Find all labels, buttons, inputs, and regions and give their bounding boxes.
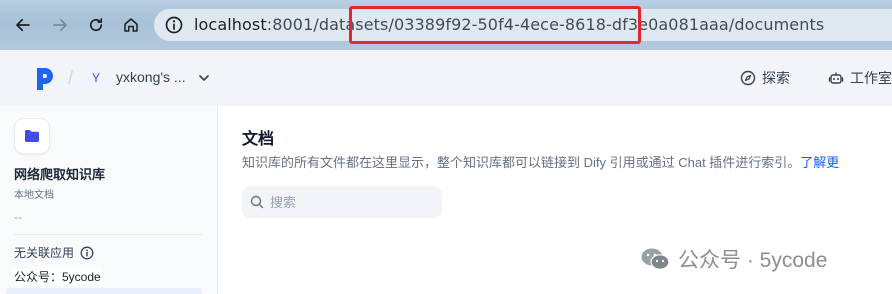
home-button[interactable]: [118, 12, 144, 38]
forward-button[interactable]: [47, 12, 73, 38]
watermark-right-text: 公众号 · 5ycode: [678, 249, 828, 272]
url-text[interactable]: localhost:8001/datasets/03389f92-50f4-4e…: [194, 15, 824, 34]
watermark-wechat: 公众号 · 5ycode: [640, 244, 827, 274]
url-path: :8001/datasets/03389f92-50f4-4ece-8618-d…: [266, 15, 825, 34]
site-info-icon[interactable]: [164, 15, 184, 35]
learn-more-link[interactable]: 了解更: [800, 155, 839, 170]
dataset-description: --: [14, 210, 22, 224]
sidebar-item-documents[interactable]: [6, 288, 202, 294]
home-icon: [124, 18, 138, 32]
search-box[interactable]: [242, 186, 442, 218]
search-icon: [250, 195, 264, 209]
dataset-type: 本地文档: [14, 190, 54, 201]
page-description: 知识库的所有文件都在这里显示，整个知识库都可以链接到 Dify 引用或通过 Ch…: [242, 152, 839, 171]
dataset-icon: [14, 118, 50, 154]
nav-explore-label: 探索: [762, 70, 790, 86]
compass-icon: [740, 70, 756, 86]
workspace-name[interactable]: yxkong's ...: [116, 69, 186, 85]
sidebar-divider: [14, 234, 202, 235]
related-apps: 无关联应用: [14, 244, 94, 261]
workspace-avatar[interactable]: Y: [84, 66, 108, 90]
search-input[interactable]: [270, 194, 430, 210]
robot-icon: [828, 72, 844, 84]
reload-icon: [89, 18, 103, 32]
nav-studio-label: 工作室: [850, 70, 892, 86]
dataset-name: 网络爬取知识库: [14, 167, 106, 182]
breadcrumb-separator: /: [68, 68, 74, 88]
nav-explore[interactable]: 探索: [740, 68, 790, 88]
watermark-left-text: 公众号：5ycode: [12, 268, 103, 285]
info-icon[interactable]: [80, 246, 94, 260]
arrow-left-icon: [16, 18, 30, 32]
back-button[interactable]: [10, 12, 36, 38]
reload-button[interactable]: [83, 12, 109, 38]
page-description-text: 知识库的所有文件都在这里显示，整个知识库都可以链接到 Dify 引用或通过 Ch…: [242, 155, 801, 170]
page-title: 文档: [242, 131, 275, 148]
url-host: localhost: [194, 15, 267, 34]
dify-logo-icon[interactable]: [34, 66, 56, 92]
folder-icon: [25, 130, 39, 142]
chevron-down-icon[interactable]: [198, 72, 210, 84]
arrow-right-icon: [53, 18, 67, 32]
nav-studio[interactable]: 工作室: [828, 68, 892, 88]
no-related-app-label: 无关联应用: [14, 246, 75, 260]
wechat-icon: [641, 248, 670, 270]
